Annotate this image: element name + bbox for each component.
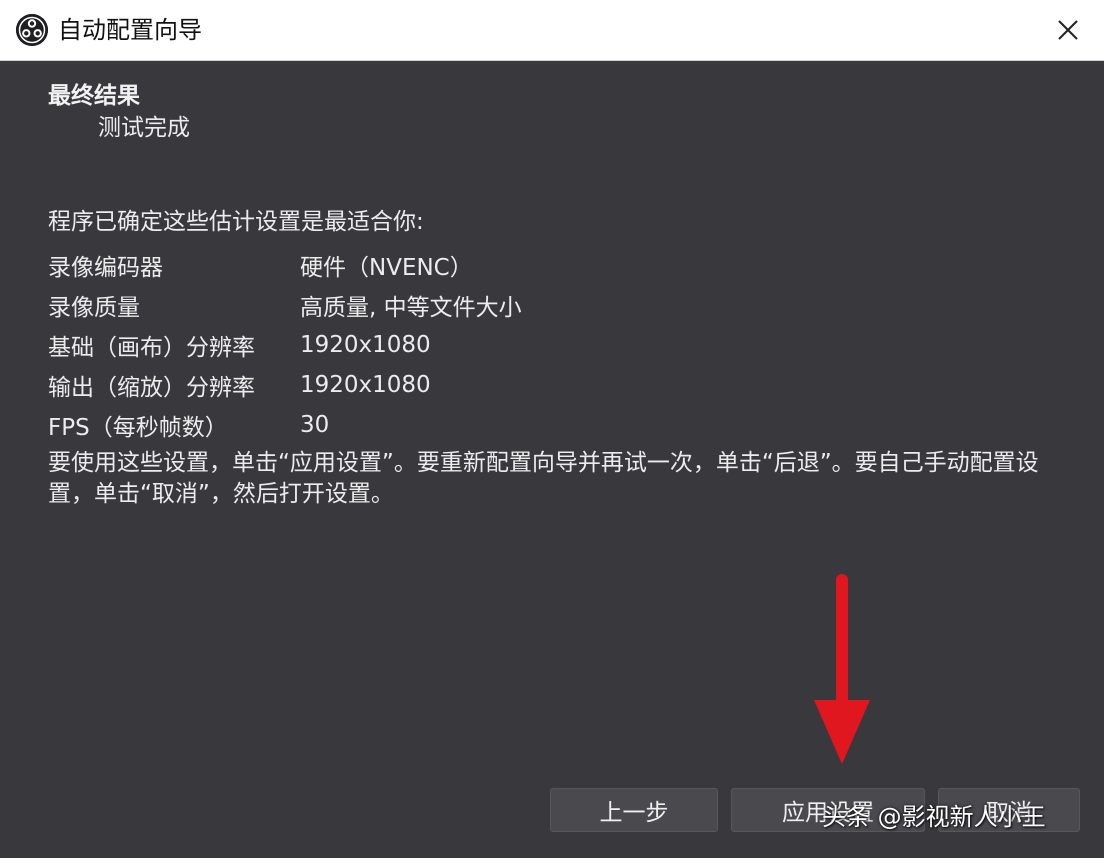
setting-row-encoder: 录像编码器 硬件（NVENC） <box>48 245 1058 285</box>
watermark: 头条 @影视新人小王 <box>822 803 1046 831</box>
setting-value: 30 <box>300 412 330 438</box>
setting-value: 1920x1080 <box>300 372 431 398</box>
obs-logo-icon <box>16 14 48 46</box>
title-bar: 自动配置向导 <box>0 0 1104 61</box>
section-subtitle: 测试完成 <box>98 115 190 141</box>
window-title: 自动配置向导 <box>58 16 202 44</box>
instructions-note: 要使用这些设置，单击“应用设置”。要重新配置向导并再试一次，单击“后退”。要自己… <box>48 450 1039 507</box>
back-button[interactable]: 上一步 <box>550 788 718 832</box>
setting-value: 1920x1080 <box>300 332 431 358</box>
setting-label: 基础（画布）分辨率 <box>48 335 255 361</box>
setting-label: FPS（每秒帧数） <box>48 415 228 441</box>
auto-config-wizard-window: 自动配置向导 最终结果 测试完成 程序已确定这些估计设置是最适合你: 录像编码器… <box>0 0 1104 858</box>
setting-value: 高质量, 中等文件大小 <box>300 295 522 321</box>
setting-label: 输出（缩放）分辨率 <box>48 375 255 401</box>
results-intro: 程序已确定这些估计设置是最适合你: <box>48 209 424 235</box>
close-icon <box>1058 20 1078 40</box>
red-arrow-down-icon <box>812 572 872 768</box>
setting-row-fps: FPS（每秒帧数） 30 <box>48 405 1058 445</box>
close-button[interactable] <box>1032 0 1104 60</box>
results-header: 最终结果 测试完成 <box>48 80 1068 144</box>
setting-label: 录像编码器 <box>48 255 163 281</box>
setting-row-quality: 录像质量 高质量, 中等文件大小 <box>48 285 1058 325</box>
setting-row-output-resolution: 输出（缩放）分辨率 1920x1080 <box>48 365 1058 405</box>
setting-value: 硬件（NVENC） <box>300 255 473 281</box>
section-title: 最终结果 <box>48 83 140 109</box>
setting-label: 录像质量 <box>48 295 140 321</box>
settings-summary: 录像编码器 硬件（NVENC） 录像质量 高质量, 中等文件大小 基础（画布）分… <box>48 245 1058 445</box>
setting-row-base-resolution: 基础（画布）分辨率 1920x1080 <box>48 325 1058 365</box>
